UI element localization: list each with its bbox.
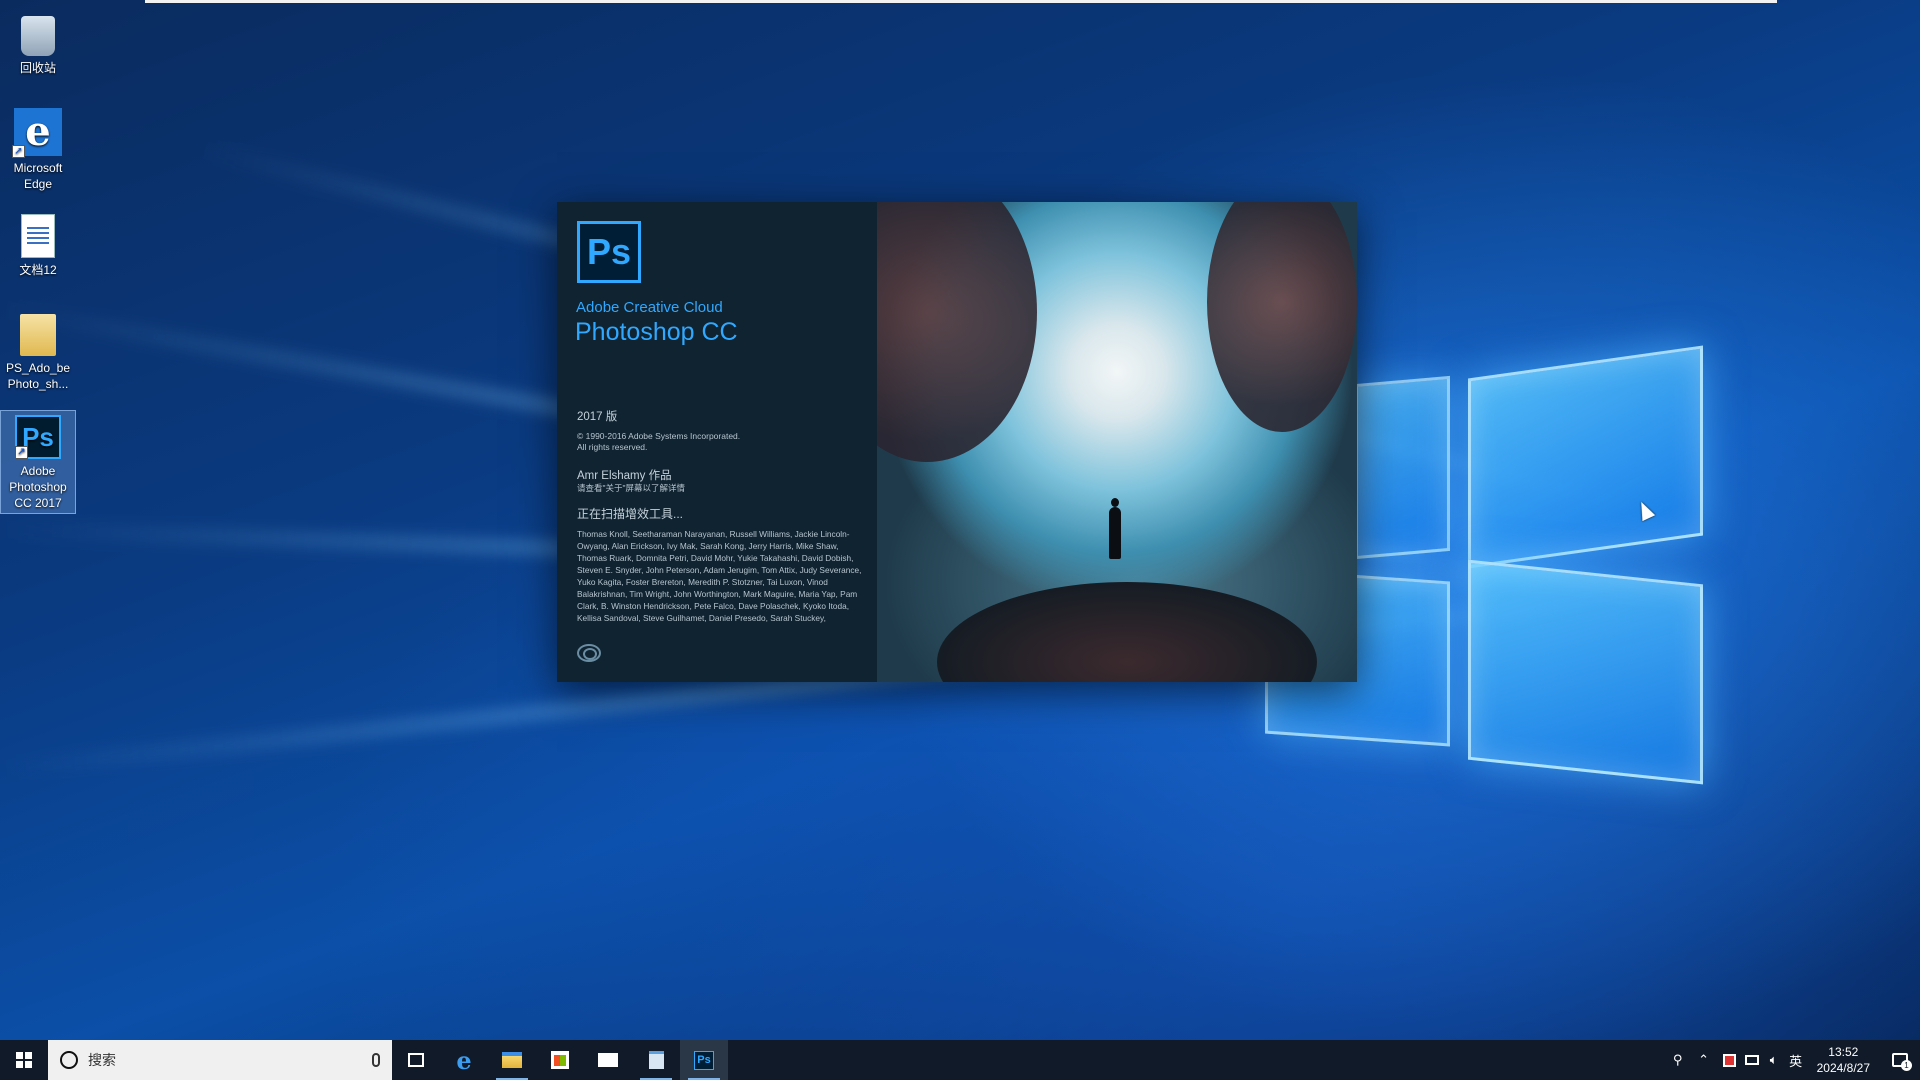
- desktop-icon-label: PS_Ado_be Photo_sh...: [5, 361, 71, 391]
- people-icon[interactable]: ⚲: [1667, 1040, 1689, 1080]
- notification-count: 1: [1901, 1060, 1912, 1071]
- system-tray: ⚲ ⌃ 🔈︎ 英 13:52 2024/8/27 1: [1667, 1040, 1920, 1080]
- desktop-icon-label: Adobe Photoshop CC 2017: [9, 464, 67, 510]
- creative-cloud-icon: [577, 644, 601, 662]
- taskbar-photoshop-button[interactable]: Ps: [680, 1040, 728, 1080]
- copyright-text: © 1990-2016 Adobe Systems Incorporated. …: [577, 431, 741, 452]
- desktop-icon-label: 文档12: [19, 263, 57, 277]
- photoshop-splash-screen: Ps Adobe Creative Cloud Photoshop CC 201…: [557, 202, 1357, 682]
- creative-cloud-label: Adobe Creative Cloud: [576, 299, 723, 316]
- credits-text: Thomas Knoll, Seetharaman Narayanan, Rus…: [577, 529, 862, 623]
- microphone-icon[interactable]: [372, 1053, 380, 1067]
- photoshop-icon: Ps ↗: [15, 415, 61, 459]
- notepad-icon: [648, 1051, 664, 1069]
- photoshop-logo-icon: Ps: [577, 221, 641, 283]
- desktop-icon-edge[interactable]: e ↗ Microsoft Edge: [0, 104, 76, 192]
- action-center-button[interactable]: 1: [1880, 1040, 1920, 1080]
- splash-info-panel: Ps Adobe Creative Cloud Photoshop CC 201…: [557, 202, 877, 682]
- input-method-indicator[interactable]: 英: [1785, 1040, 1807, 1080]
- task-view-icon: [408, 1053, 424, 1067]
- security-icon[interactable]: [1719, 1040, 1741, 1080]
- windows-logo-pane: [1468, 345, 1703, 569]
- screen-top-line: [145, 0, 1777, 3]
- splash-artwork: [877, 202, 1357, 682]
- recycle-bin-icon: [21, 16, 55, 56]
- desktop-icon-photoshop[interactable]: Ps ↗ Adobe Photoshop CC 2017: [0, 410, 76, 514]
- artist-note: 请查看"关于"屏幕以了解详情: [577, 483, 686, 493]
- folder-icon: [20, 314, 56, 356]
- taskbar-search-box[interactable]: 搜索: [48, 1040, 392, 1080]
- mail-icon: [598, 1053, 618, 1067]
- product-title: Photoshop CC: [575, 318, 738, 346]
- desktop-icon-document[interactable]: 文档12: [0, 210, 76, 278]
- notification-icon: 1: [1892, 1053, 1912, 1071]
- volume-icon[interactable]: 🔈︎: [1763, 1040, 1785, 1080]
- loading-status: 正在扫描增效工具...: [577, 507, 684, 521]
- clock-time: 13:52: [1828, 1045, 1859, 1059]
- taskbar-file-explorer-button[interactable]: [488, 1040, 536, 1080]
- show-hidden-icons-chevron-icon[interactable]: ⌃: [1689, 1040, 1719, 1080]
- desktop-icon-label: 回收站: [19, 61, 56, 75]
- taskbar: 搜索 e Ps ⚲ ⌃ 🔈︎ 英 13:52 2024/8/27 1: [0, 1040, 1920, 1080]
- task-view-button[interactable]: [392, 1040, 440, 1080]
- artist-credit: Amr Elshamy 作品: [577, 470, 672, 482]
- store-icon: [551, 1051, 569, 1069]
- windows-start-icon: [16, 1052, 32, 1068]
- desktop-icon-folder[interactable]: PS_Ado_be Photo_sh...: [0, 310, 76, 392]
- system-clock[interactable]: 13:52 2024/8/27: [1807, 1044, 1880, 1076]
- document-icon: [21, 214, 55, 258]
- taskbar-notepad-button[interactable]: [632, 1040, 680, 1080]
- clock-date: 2024/8/27: [1816, 1061, 1870, 1075]
- edge-icon: e: [456, 1045, 472, 1075]
- taskbar-store-button[interactable]: [536, 1040, 584, 1080]
- photoshop-icon: Ps: [694, 1050, 714, 1070]
- search-placeholder: 搜索: [88, 1052, 116, 1068]
- network-icon[interactable]: [1741, 1040, 1763, 1080]
- desktop-icon-label: Microsoft Edge: [13, 161, 63, 191]
- desktop-icon-recycle-bin[interactable]: 回收站: [0, 6, 76, 76]
- edge-icon: e ↗: [12, 108, 62, 158]
- file-explorer-icon: [502, 1052, 522, 1068]
- taskbar-mail-button[interactable]: [584, 1040, 632, 1080]
- windows-logo-pane: [1355, 375, 1450, 560]
- start-button[interactable]: [0, 1040, 48, 1080]
- version-label: 2017 版: [577, 411, 618, 423]
- windows-logo-pane: [1468, 559, 1703, 785]
- taskbar-edge-button[interactable]: e: [440, 1040, 488, 1080]
- cortana-icon: [60, 1051, 78, 1069]
- figure-silhouette: [1109, 498, 1121, 559]
